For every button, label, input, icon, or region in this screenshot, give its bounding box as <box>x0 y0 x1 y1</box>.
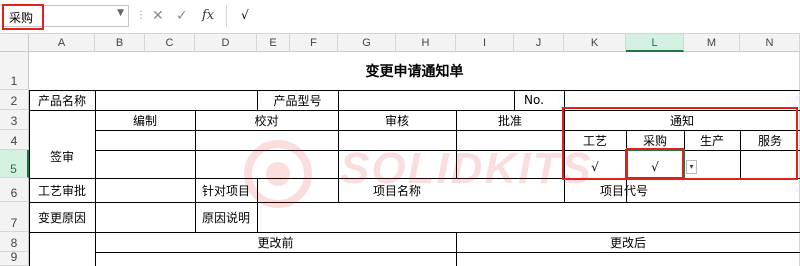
row-header-3[interactable]: 3 <box>0 110 29 130</box>
formula-input[interactable]: √ <box>226 5 798 27</box>
column-header-a[interactable]: A <box>29 34 95 52</box>
insert-function-button[interactable]: fx <box>202 8 214 23</box>
row-header-2[interactable]: 2 <box>0 90 29 110</box>
column-header-g[interactable]: G <box>338 34 396 52</box>
purchase-cell-highlight <box>626 148 684 180</box>
column-header-n[interactable]: N <box>740 34 800 52</box>
border-line <box>95 252 800 253</box>
column-header-m[interactable]: M <box>684 34 740 52</box>
row-header-9[interactable]: 9 <box>0 250 29 266</box>
row-header-1[interactable]: 1 <box>0 52 29 90</box>
cancel-icon[interactable]: ✕ <box>152 8 164 24</box>
cell-item-name-label: 项目名称 <box>372 183 421 198</box>
chevron-down-icon[interactable]: ▼ <box>117 8 124 18</box>
cell-after-change-label: 更改后 <box>609 235 646 250</box>
column-header-d[interactable]: D <box>195 34 257 52</box>
formula-bar: 采购 ▼ ⋮ ✕ ✓ fx √ <box>0 0 800 34</box>
cell-item-code-label: 项目代号 <box>599 183 648 198</box>
form-title: 变更申请通知单 <box>365 64 464 80</box>
cell-before-change-label: 更改前 <box>257 235 294 250</box>
border-line <box>29 202 800 203</box>
cell-reason-desc-label: 原因说明 <box>201 210 250 225</box>
cell-review-label: 审核 <box>384 113 409 128</box>
cell-process-approval-label: 工艺审批 <box>37 183 86 198</box>
row-header-5[interactable]: 5 <box>0 150 29 178</box>
column-header-h[interactable]: H <box>396 34 456 52</box>
column-header-f[interactable]: F <box>290 34 338 52</box>
row-header-8[interactable]: 8 <box>0 232 29 252</box>
enter-icon[interactable]: ✓ <box>176 8 188 24</box>
row-header-7[interactable]: 7 <box>0 202 29 232</box>
border-line <box>257 178 258 232</box>
cell-compile-label: 编制 <box>132 113 157 128</box>
column-header-b[interactable]: B <box>95 34 145 52</box>
cell-target-item-label: 针对项目 <box>201 183 250 198</box>
spreadsheet-grid: A B C D E F G H I J K L M N 1 2 3 4 5 6 … <box>0 34 800 266</box>
select-all-corner[interactable] <box>0 34 29 52</box>
separator-dots: ⋮ <box>136 10 146 21</box>
cell-approve-label: 批准 <box>497 113 522 128</box>
cell-product-name-label: 产品名称 <box>37 93 86 108</box>
column-header-c[interactable]: C <box>145 34 195 52</box>
cell-no-label: No. <box>524 93 544 107</box>
column-header-j[interactable]: J <box>514 34 564 52</box>
column-header-k[interactable]: K <box>564 34 626 52</box>
cell-product-model-label: 产品型号 <box>273 93 322 108</box>
row-header-4[interactable]: 4 <box>0 130 29 150</box>
cell-proofread-label: 校对 <box>254 113 279 128</box>
column-header-l[interactable]: L <box>626 34 684 52</box>
border-line <box>29 90 800 91</box>
column-header-i[interactable]: I <box>456 34 514 52</box>
formula-value: √ <box>241 8 249 22</box>
column-header-e[interactable]: E <box>257 34 290 52</box>
name-box-highlight <box>2 4 44 30</box>
cell-change-reason-label: 变更原因 <box>37 210 86 225</box>
row-header-6[interactable]: 6 <box>0 178 29 202</box>
